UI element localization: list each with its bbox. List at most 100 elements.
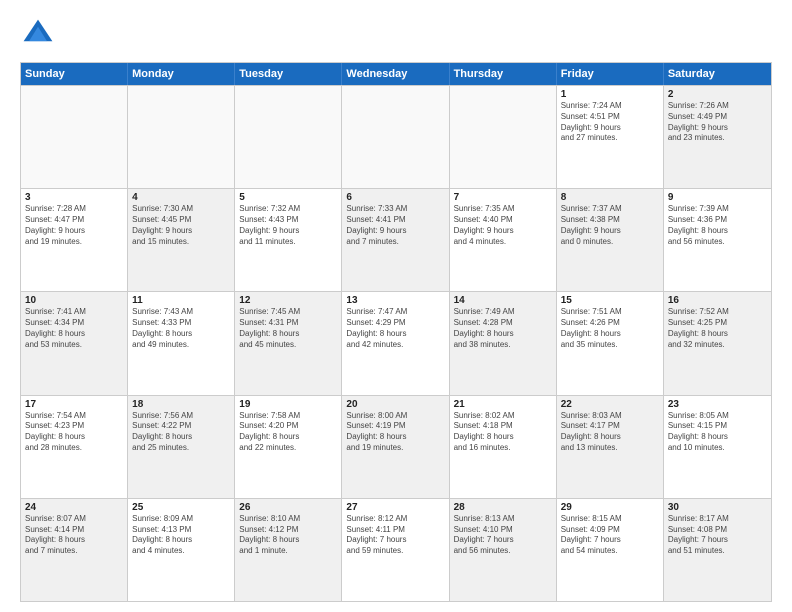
calendar-cell: 16Sunrise: 7:52 AM Sunset: 4:25 PM Dayli… xyxy=(664,292,771,394)
calendar-cell: 20Sunrise: 8:00 AM Sunset: 4:19 PM Dayli… xyxy=(342,396,449,498)
day-info: Sunrise: 7:33 AM Sunset: 4:41 PM Dayligh… xyxy=(346,204,444,247)
header-day: Friday xyxy=(557,63,664,85)
day-number: 19 xyxy=(239,399,337,410)
calendar-cell: 18Sunrise: 7:56 AM Sunset: 4:22 PM Dayli… xyxy=(128,396,235,498)
day-number: 7 xyxy=(454,192,552,203)
day-info: Sunrise: 8:17 AM Sunset: 4:08 PM Dayligh… xyxy=(668,514,767,557)
day-number: 18 xyxy=(132,399,230,410)
day-number: 23 xyxy=(668,399,767,410)
calendar-cell: 29Sunrise: 8:15 AM Sunset: 4:09 PM Dayli… xyxy=(557,499,664,601)
calendar-header: SundayMondayTuesdayWednesdayThursdayFrid… xyxy=(21,63,771,85)
day-number: 30 xyxy=(668,502,767,513)
calendar-cell: 23Sunrise: 8:05 AM Sunset: 4:15 PM Dayli… xyxy=(664,396,771,498)
day-info: Sunrise: 7:54 AM Sunset: 4:23 PM Dayligh… xyxy=(25,411,123,454)
day-info: Sunrise: 7:37 AM Sunset: 4:38 PM Dayligh… xyxy=(561,204,659,247)
day-number: 28 xyxy=(454,502,552,513)
day-info: Sunrise: 8:09 AM Sunset: 4:13 PM Dayligh… xyxy=(132,514,230,557)
day-number: 11 xyxy=(132,295,230,306)
day-number: 29 xyxy=(561,502,659,513)
day-number: 3 xyxy=(25,192,123,203)
calendar-cell: 19Sunrise: 7:58 AM Sunset: 4:20 PM Dayli… xyxy=(235,396,342,498)
day-info: Sunrise: 7:58 AM Sunset: 4:20 PM Dayligh… xyxy=(239,411,337,454)
calendar-cell: 17Sunrise: 7:54 AM Sunset: 4:23 PM Dayli… xyxy=(21,396,128,498)
day-number: 13 xyxy=(346,295,444,306)
day-info: Sunrise: 7:49 AM Sunset: 4:28 PM Dayligh… xyxy=(454,307,552,350)
day-info: Sunrise: 7:24 AM Sunset: 4:51 PM Dayligh… xyxy=(561,101,659,144)
calendar-cell: 27Sunrise: 8:12 AM Sunset: 4:11 PM Dayli… xyxy=(342,499,449,601)
calendar-cell: 26Sunrise: 8:10 AM Sunset: 4:12 PM Dayli… xyxy=(235,499,342,601)
header-day: Tuesday xyxy=(235,63,342,85)
calendar: SundayMondayTuesdayWednesdayThursdayFrid… xyxy=(20,62,772,602)
header xyxy=(20,16,772,52)
day-info: Sunrise: 7:45 AM Sunset: 4:31 PM Dayligh… xyxy=(239,307,337,350)
day-info: Sunrise: 7:41 AM Sunset: 4:34 PM Dayligh… xyxy=(25,307,123,350)
day-info: Sunrise: 7:52 AM Sunset: 4:25 PM Dayligh… xyxy=(668,307,767,350)
day-number: 21 xyxy=(454,399,552,410)
calendar-cell xyxy=(450,86,557,188)
calendar-cell: 14Sunrise: 7:49 AM Sunset: 4:28 PM Dayli… xyxy=(450,292,557,394)
calendar-row: 1Sunrise: 7:24 AM Sunset: 4:51 PM Daylig… xyxy=(21,85,771,188)
calendar-cell: 10Sunrise: 7:41 AM Sunset: 4:34 PM Dayli… xyxy=(21,292,128,394)
calendar-cell: 12Sunrise: 7:45 AM Sunset: 4:31 PM Dayli… xyxy=(235,292,342,394)
day-number: 4 xyxy=(132,192,230,203)
day-number: 20 xyxy=(346,399,444,410)
day-info: Sunrise: 7:32 AM Sunset: 4:43 PM Dayligh… xyxy=(239,204,337,247)
day-info: Sunrise: 7:30 AM Sunset: 4:45 PM Dayligh… xyxy=(132,204,230,247)
calendar-cell: 30Sunrise: 8:17 AM Sunset: 4:08 PM Dayli… xyxy=(664,499,771,601)
day-number: 27 xyxy=(346,502,444,513)
page: SundayMondayTuesdayWednesdayThursdayFrid… xyxy=(0,0,792,612)
day-info: Sunrise: 7:39 AM Sunset: 4:36 PM Dayligh… xyxy=(668,204,767,247)
day-number: 25 xyxy=(132,502,230,513)
day-info: Sunrise: 8:02 AM Sunset: 4:18 PM Dayligh… xyxy=(454,411,552,454)
day-number: 5 xyxy=(239,192,337,203)
day-number: 2 xyxy=(668,89,767,100)
day-info: Sunrise: 8:05 AM Sunset: 4:15 PM Dayligh… xyxy=(668,411,767,454)
day-number: 15 xyxy=(561,295,659,306)
calendar-cell: 11Sunrise: 7:43 AM Sunset: 4:33 PM Dayli… xyxy=(128,292,235,394)
calendar-cell: 4Sunrise: 7:30 AM Sunset: 4:45 PM Daylig… xyxy=(128,189,235,291)
calendar-cell: 8Sunrise: 7:37 AM Sunset: 4:38 PM Daylig… xyxy=(557,189,664,291)
header-day: Thursday xyxy=(450,63,557,85)
calendar-row: 3Sunrise: 7:28 AM Sunset: 4:47 PM Daylig… xyxy=(21,188,771,291)
day-number: 26 xyxy=(239,502,337,513)
calendar-cell: 28Sunrise: 8:13 AM Sunset: 4:10 PM Dayli… xyxy=(450,499,557,601)
calendar-body: 1Sunrise: 7:24 AM Sunset: 4:51 PM Daylig… xyxy=(21,85,771,601)
calendar-cell: 15Sunrise: 7:51 AM Sunset: 4:26 PM Dayli… xyxy=(557,292,664,394)
day-number: 1 xyxy=(561,89,659,100)
day-number: 17 xyxy=(25,399,123,410)
calendar-cell: 1Sunrise: 7:24 AM Sunset: 4:51 PM Daylig… xyxy=(557,86,664,188)
day-number: 6 xyxy=(346,192,444,203)
day-number: 12 xyxy=(239,295,337,306)
calendar-cell xyxy=(21,86,128,188)
day-info: Sunrise: 7:28 AM Sunset: 4:47 PM Dayligh… xyxy=(25,204,123,247)
day-info: Sunrise: 8:10 AM Sunset: 4:12 PM Dayligh… xyxy=(239,514,337,557)
day-number: 24 xyxy=(25,502,123,513)
day-info: Sunrise: 8:15 AM Sunset: 4:09 PM Dayligh… xyxy=(561,514,659,557)
calendar-cell: 6Sunrise: 7:33 AM Sunset: 4:41 PM Daylig… xyxy=(342,189,449,291)
calendar-cell xyxy=(128,86,235,188)
calendar-cell: 25Sunrise: 8:09 AM Sunset: 4:13 PM Dayli… xyxy=(128,499,235,601)
logo-icon xyxy=(20,16,56,52)
day-number: 8 xyxy=(561,192,659,203)
calendar-cell xyxy=(342,86,449,188)
day-number: 22 xyxy=(561,399,659,410)
calendar-cell xyxy=(235,86,342,188)
calendar-cell: 21Sunrise: 8:02 AM Sunset: 4:18 PM Dayli… xyxy=(450,396,557,498)
day-info: Sunrise: 8:12 AM Sunset: 4:11 PM Dayligh… xyxy=(346,514,444,557)
header-day: Wednesday xyxy=(342,63,449,85)
day-info: Sunrise: 8:07 AM Sunset: 4:14 PM Dayligh… xyxy=(25,514,123,557)
calendar-row: 17Sunrise: 7:54 AM Sunset: 4:23 PM Dayli… xyxy=(21,395,771,498)
calendar-cell: 5Sunrise: 7:32 AM Sunset: 4:43 PM Daylig… xyxy=(235,189,342,291)
calendar-cell: 3Sunrise: 7:28 AM Sunset: 4:47 PM Daylig… xyxy=(21,189,128,291)
header-day: Monday xyxy=(128,63,235,85)
header-day: Sunday xyxy=(21,63,128,85)
day-info: Sunrise: 7:56 AM Sunset: 4:22 PM Dayligh… xyxy=(132,411,230,454)
day-info: Sunrise: 7:47 AM Sunset: 4:29 PM Dayligh… xyxy=(346,307,444,350)
calendar-cell: 7Sunrise: 7:35 AM Sunset: 4:40 PM Daylig… xyxy=(450,189,557,291)
day-info: Sunrise: 7:26 AM Sunset: 4:49 PM Dayligh… xyxy=(668,101,767,144)
logo xyxy=(20,16,60,52)
calendar-cell: 2Sunrise: 7:26 AM Sunset: 4:49 PM Daylig… xyxy=(664,86,771,188)
day-info: Sunrise: 7:35 AM Sunset: 4:40 PM Dayligh… xyxy=(454,204,552,247)
day-number: 16 xyxy=(668,295,767,306)
header-day: Saturday xyxy=(664,63,771,85)
